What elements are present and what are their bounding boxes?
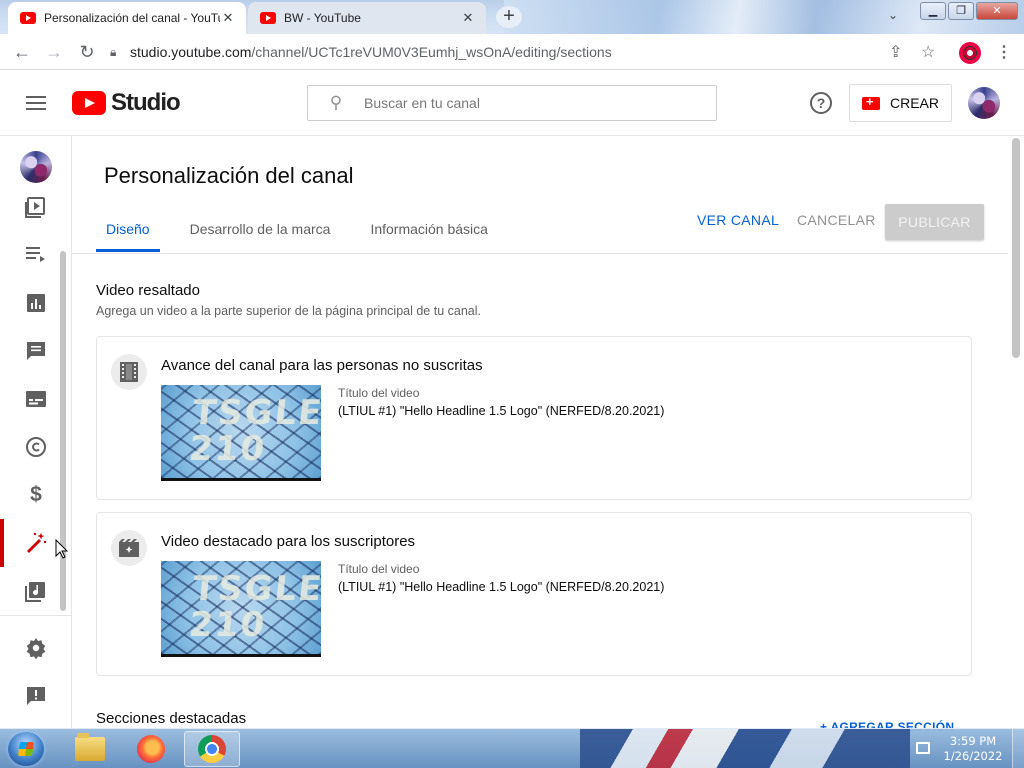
studio-logo-text[interactable]: Studio <box>111 89 181 117</box>
subtitles-icon[interactable] <box>24 387 48 411</box>
main-scrollbar[interactable] <box>1012 138 1020 358</box>
show-desktop-button[interactable] <box>1012 729 1024 768</box>
analytics-icon[interactable] <box>24 291 48 315</box>
channel-avatar[interactable] <box>20 151 52 183</box>
network-icon[interactable] <box>916 742 930 754</box>
forward-arrow-icon[interactable]: → <box>43 42 65 62</box>
restore-button[interactable]: ❐ <box>948 2 974 20</box>
customization-tabs: Diseño Desarrollo de la marca Informació… <box>96 212 518 254</box>
browser-profile-avatar[interactable] <box>959 42 981 64</box>
windows-taskbar: 3:59 PM 1/26/2022 <box>0 728 1024 768</box>
publish-button[interactable]: PUBLICAR <box>885 204 984 240</box>
reload-icon[interactable]: ↻ <box>76 42 98 62</box>
help-icon[interactable]: ? <box>810 92 832 114</box>
window-close-button[interactable]: ✕ <box>976 2 1018 20</box>
youtube-favicon-icon <box>260 12 276 24</box>
feedback-icon[interactable] <box>24 684 48 708</box>
card-title: Avance del canal para las personas no su… <box>161 357 483 374</box>
studio-header: Studio ⚲ ? CREAR <box>0 70 1024 136</box>
settings-icon[interactable] <box>24 636 48 660</box>
file-explorer-button[interactable] <box>62 731 118 767</box>
featured-video-description: Agrega un video a la parte superior de l… <box>96 304 481 318</box>
create-label: CREAR <box>889 95 939 111</box>
audio-library-icon[interactable] <box>24 579 48 603</box>
search-icon: ⚲ <box>329 93 343 112</box>
channel-search[interactable]: ⚲ <box>307 85 717 121</box>
featured-sections-heading: Secciones destacadas <box>96 710 247 727</box>
copyright-icon[interactable] <box>24 435 48 459</box>
create-video-icon <box>861 94 880 110</box>
firefox-icon <box>137 735 165 763</box>
menu-icon[interactable] <box>26 96 46 110</box>
tab-search-chevron-icon[interactable]: ⌄ <box>888 8 898 22</box>
account-avatar[interactable] <box>968 87 1000 119</box>
video-title-value: (LTIUL #1) "Hello Headline 1.5 Logo" (NE… <box>338 580 665 594</box>
url-host: studio.youtube.com <box>130 44 252 60</box>
address-bar-row: ← → ↻ 🔒︎ studio.youtube.com/channel/UCTc… <box>0 34 1024 70</box>
tab-basic-info[interactable]: Información básica <box>360 212 498 252</box>
chrome-icon <box>198 735 226 763</box>
tab-layout[interactable]: Diseño <box>96 212 160 252</box>
video-title-label: Título del video <box>338 386 420 400</box>
video-title-label: Título del video <box>338 562 420 576</box>
customization-icon[interactable] <box>24 531 48 555</box>
card-title: Video destacado para los suscriptores <box>161 533 416 550</box>
clock-date: 1/26/2022 <box>943 749 1003 763</box>
minimize-button[interactable]: ▁ <box>920 2 946 20</box>
tab-close-icon[interactable]: ✕ <box>220 10 236 26</box>
folder-icon <box>75 733 105 761</box>
content-icon[interactable] <box>24 195 48 219</box>
tabs-divider <box>72 253 1008 254</box>
channel-trailer-card: Avance del canal para las personas no su… <box>96 336 972 500</box>
url-bar[interactable]: 🔒︎ studio.youtube.com/channel/UCTc1reVUM… <box>110 38 950 66</box>
firefox-button[interactable] <box>123 731 179 767</box>
active-nav-indicator <box>0 519 4 567</box>
url-path: /channel/UCTc1reVUM0V3Eumhj_wsOnA/editin… <box>251 44 612 60</box>
browser-tab-active[interactable]: Personalización del canal - YouTube ✕ <box>8 2 246 34</box>
clock-time: 3:59 PM <box>949 734 997 748</box>
left-nav: $ <box>0 136 72 728</box>
mouse-cursor-icon <box>55 539 69 559</box>
tab-title: Personalización del canal - YouTube <box>44 11 220 25</box>
nav-divider <box>0 615 72 616</box>
search-input[interactable] <box>364 95 694 111</box>
share-icon[interactable]: ⇪ <box>889 42 902 62</box>
playlists-icon[interactable] <box>24 242 48 266</box>
monetization-icon[interactable]: $ <box>24 483 48 507</box>
page-title: Personalización del canal <box>104 163 354 188</box>
view-channel-button[interactable]: VER CANAL <box>697 212 779 228</box>
tab-title: BW - YouTube <box>284 11 361 25</box>
youtube-favicon-icon <box>20 12 36 24</box>
youtube-logo-icon[interactable] <box>72 91 106 115</box>
film-icon <box>111 354 147 390</box>
start-button[interactable] <box>8 732 44 766</box>
new-tab-button[interactable]: + <box>496 6 522 28</box>
comments-icon[interactable] <box>24 339 48 363</box>
video-thumbnail[interactable]: TSGLE 210 <box>161 385 321 481</box>
featured-video-card: Video destacado para los suscriptores TS… <box>96 512 972 676</box>
chrome-button[interactable] <box>184 731 240 767</box>
window-controls: ▁ ❐ ✕ <box>920 2 1018 20</box>
desktop-wallpaper <box>580 729 910 768</box>
bookmark-star-icon[interactable]: ☆ <box>921 42 935 62</box>
video-thumbnail[interactable]: TSGLE 210 <box>161 561 321 657</box>
featured-video-heading: Video resaltado <box>96 282 200 299</box>
thumbnail-text: TSGLE 210 <box>187 393 321 469</box>
cancel-button[interactable]: CANCELAR <box>797 212 876 228</box>
system-clock[interactable]: 3:59 PM 1/26/2022 <box>940 734 1006 764</box>
video-title-value: (LTIUL #1) "Hello Headline 1.5 Logo" (NE… <box>338 404 665 418</box>
browser-tab-strip: Personalización del canal - YouTube ✕ BW… <box>0 0 1024 34</box>
back-arrow-icon[interactable]: ← <box>11 42 33 62</box>
tab-close-icon[interactable]: ✕ <box>460 10 476 26</box>
chrome-menu-icon[interactable]: ⋮ <box>996 42 1012 62</box>
tab-branding[interactable]: Desarrollo de la marca <box>180 212 341 252</box>
thumbnail-text: TSGLE 210 <box>187 569 321 645</box>
lock-icon: 🔒︎ <box>110 44 117 59</box>
create-button[interactable]: CREAR <box>849 84 952 122</box>
browser-tab-inactive[interactable]: BW - YouTube ✕ <box>248 2 486 34</box>
video-sparkle-icon <box>111 530 147 566</box>
